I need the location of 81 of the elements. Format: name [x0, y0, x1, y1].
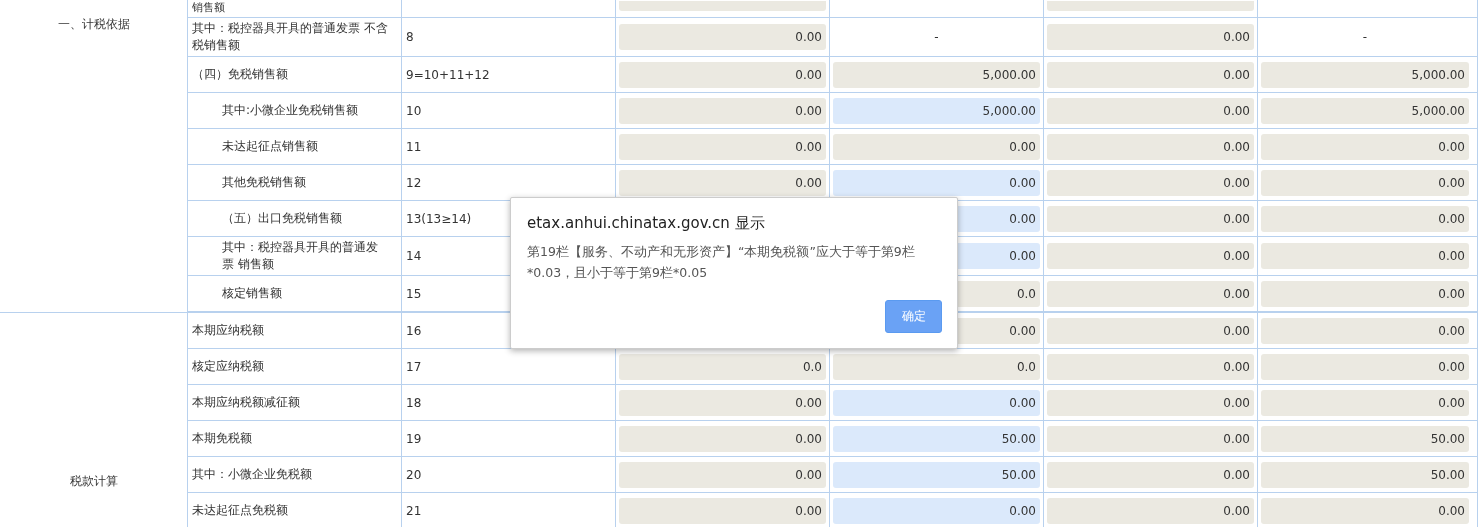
line-number: 14: [406, 249, 422, 263]
item-label: 核定销售额: [222, 285, 282, 302]
amount-field: 0.00: [1047, 425, 1254, 452]
item-label: 销售额: [192, 1, 225, 14]
amount-field[interactable]: 50.00: [833, 461, 1040, 488]
item-label: 其中：税控器具开具的普通发票 销售额: [222, 239, 379, 273]
line-number: 12: [406, 175, 422, 190]
line-number: 17: [406, 359, 422, 374]
amount-field: 0.00: [1261, 497, 1469, 524]
item-label: 其他免税销售额: [222, 174, 306, 191]
amount-field: 0.00: [1047, 24, 1254, 50]
amount-field: 0.00: [1047, 497, 1254, 524]
item-label: 其中：小微企业免税额: [192, 466, 312, 483]
category-label: 一、计税依据: [56, 16, 131, 33]
amount-field: 0.00: [1261, 205, 1469, 232]
item-label: 本期应纳税额: [192, 322, 264, 339]
amount-field: 0.00: [1261, 353, 1469, 380]
amount-field: 0.00: [1261, 243, 1469, 269]
empty-dash: -: [1361, 30, 1369, 44]
amount-field: 0.00: [1047, 97, 1254, 124]
amount-field: 0.0: [833, 353, 1040, 380]
item-label: 本期应纳税额减征额: [192, 394, 300, 411]
dialog-message: 第19栏【服务、不动产和无形资产】“本期免税额”应大于等于第9栏*0.03，且小于等于第9栏*0.05: [527, 243, 916, 282]
empty-dash: -: [933, 30, 940, 44]
amount-field: 0.00: [833, 133, 1040, 160]
amount-field: 0.00: [1047, 61, 1254, 88]
line-number: 19: [406, 431, 422, 446]
category-label: 税款计算: [68, 472, 119, 490]
line-number: 8: [406, 30, 414, 44]
item-label: 其中:小微企业免税销售额: [222, 102, 359, 119]
amount-field: 0.00: [1047, 133, 1254, 160]
item-label: 核定应纳税额: [192, 358, 264, 375]
line-number: 9=10+11+12: [406, 67, 490, 82]
amount-field: 0.00: [1261, 133, 1469, 160]
item-label: 未达起征点免税额: [192, 502, 288, 519]
amount-field: 0.00: [1261, 169, 1469, 196]
item-label: 本期免税额: [192, 430, 252, 447]
amount-field: 0.00: [619, 97, 826, 124]
amount-field: 0.00: [1261, 389, 1469, 416]
amount-field: 5,000.00: [1261, 61, 1469, 88]
line-number: 11: [406, 139, 422, 154]
amount-field: 0.00: [619, 497, 826, 524]
amount-field: 0.00: [619, 461, 826, 488]
amount-field: 0.00: [1261, 280, 1469, 307]
line-number: 10: [406, 103, 422, 118]
amount-field: 0.00: [619, 61, 826, 88]
item-label: 其中：税控器具开具的普通发票 不含税销售额: [192, 20, 389, 54]
amount-field: 50.00: [1261, 425, 1469, 452]
amount-field[interactable]: 0.00: [833, 169, 1040, 196]
amount-field: 0.00: [619, 425, 826, 452]
amount-field: 0.00: [1047, 389, 1254, 416]
line-number: 15: [406, 286, 422, 301]
amount-field: 0.00: [619, 24, 826, 50]
line-number: 13(13≥14): [406, 211, 472, 226]
line-number: 20: [406, 467, 422, 482]
amount-field[interactable]: 0.00: [833, 389, 1040, 416]
amount-field: 0.00: [1047, 169, 1254, 196]
amount-field: 0.00: [1047, 280, 1254, 307]
amount-field[interactable]: 0.00: [833, 497, 1040, 524]
dialog-title: etax.anhui.chinatax.gov.cn 显示: [527, 214, 766, 233]
line-number: 16: [406, 323, 422, 338]
amount-field: 0.00: [1261, 317, 1469, 344]
amount-field: 5,000.00: [1261, 97, 1469, 124]
line-number: 21: [406, 503, 422, 518]
amount-field[interactable]: 50.00: [833, 425, 1040, 452]
amount-field: 0.00: [619, 133, 826, 160]
amount-field: 0.00: [1047, 353, 1254, 380]
amount-field: 0.00: [1047, 243, 1254, 269]
amount-field: 0.00: [1047, 461, 1254, 488]
amount-field: 0.00: [1047, 317, 1254, 344]
amount-field: 0.0: [619, 353, 826, 380]
line-number: 18: [406, 395, 422, 410]
amount-field: 0.00: [619, 389, 826, 416]
amount-field: 0.00: [619, 169, 826, 196]
amount-field: 50.00: [1261, 461, 1469, 488]
item-label: （四）免税销售额: [192, 66, 288, 83]
amount-field: 0.00: [1047, 205, 1254, 232]
item-label: （五）出口免税销售额: [222, 210, 342, 227]
amount-field: 5,000.00: [833, 61, 1040, 88]
item-label: 未达起征点销售额: [222, 138, 318, 155]
amount-field[interactable]: 5,000.00: [833, 97, 1040, 124]
